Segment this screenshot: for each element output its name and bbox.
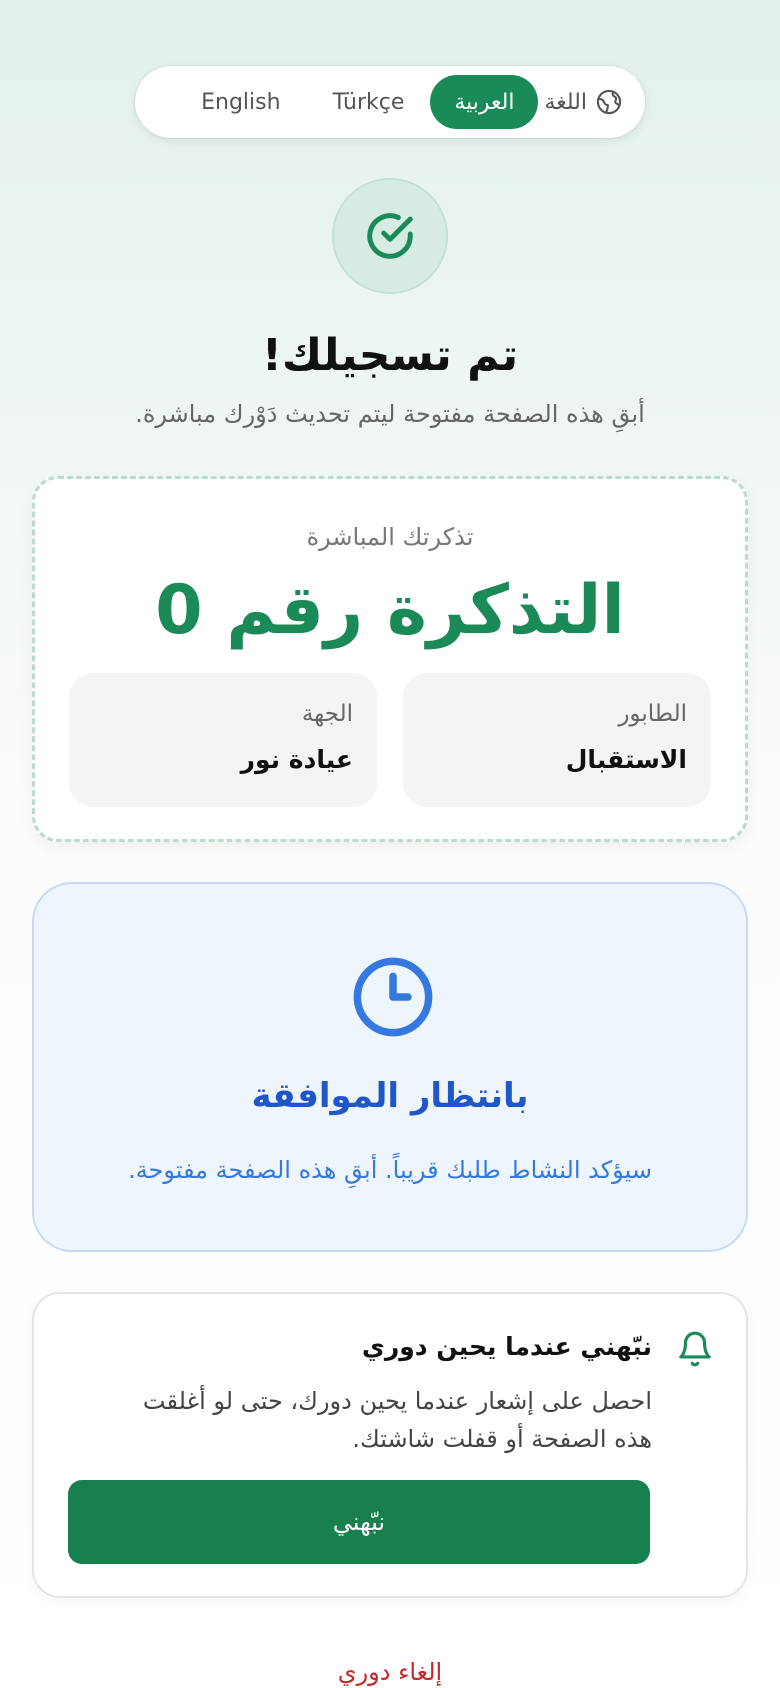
- ticket-caption: تذكرتك المباشرة: [306, 523, 474, 551]
- ticket-card: تذكرتك المباشرة التذكرة رقم 0 الطابور ال…: [32, 476, 748, 842]
- ticket-number: التذكرة رقم 0: [155, 571, 625, 650]
- page-title: تم تسجيلك!: [261, 330, 519, 381]
- notify-me-button[interactable]: نبّهني: [68, 1480, 650, 1564]
- success-badge: [332, 178, 448, 294]
- queue-info: الطابور الاستقبال: [403, 673, 711, 807]
- department-value: عيادة نور: [240, 745, 353, 774]
- queue-value: الاستقبال: [565, 745, 687, 774]
- notify-title: نبّهني عندما يحين دوري: [361, 1332, 652, 1361]
- check-circle-icon: [367, 213, 413, 259]
- queue-label: الطابور: [618, 701, 687, 727]
- notify-text: احصل على إشعار عندما يحين دورك، حتى لو أ…: [142, 1387, 652, 1453]
- department-label: الجهة: [301, 701, 353, 727]
- page-subtitle: أبقِ هذه الصفحة مفتوحة ليتم تحديث دَوْرك…: [135, 400, 645, 428]
- waiting-text: سيؤكد النشاط طلبك قريباً. أبقِ هذه الصفح…: [128, 1156, 652, 1184]
- language-label-text: اللغة: [544, 89, 587, 115]
- waiting-approval-card: بانتظار الموافقة سيؤكد النشاط طلبك قريبا…: [32, 882, 748, 1252]
- bell-icon: [679, 1331, 711, 1367]
- cancel-turn-link[interactable]: إلغاء دوري: [0, 1658, 780, 1686]
- globe-icon: [596, 89, 622, 115]
- department-info: الجهة عيادة نور: [69, 673, 377, 807]
- language-option-turkish[interactable]: Türkçe: [307, 75, 431, 129]
- language-label: اللغة: [538, 75, 633, 129]
- notify-card: نبّهني عندما يحين دوري احصل على إشعار عن…: [32, 1292, 748, 1598]
- clock-icon: [353, 957, 433, 1037]
- language-switcher: اللغة العربية Türkçe English: [135, 66, 645, 138]
- language-option-arabic[interactable]: العربية: [430, 75, 539, 129]
- waiting-title: بانتظار الموافقة: [251, 1076, 529, 1116]
- language-option-english[interactable]: English: [175, 75, 306, 129]
